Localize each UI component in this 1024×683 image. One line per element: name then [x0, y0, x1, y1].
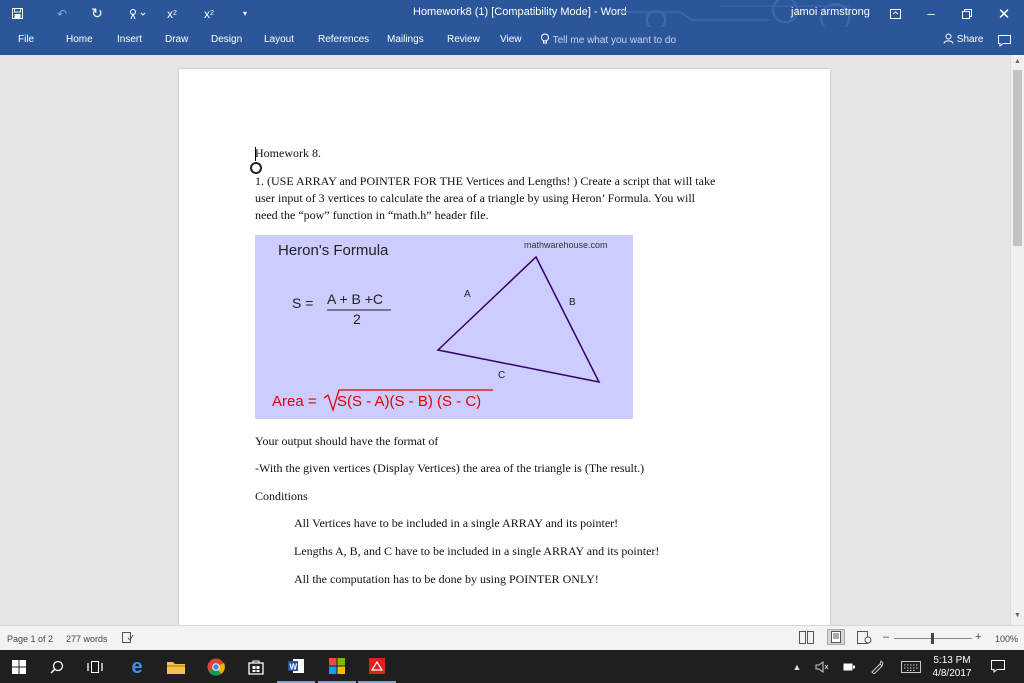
question-line: 1. (USE ARRAY and POINTER FOR THE Vertic… [255, 174, 716, 188]
customize-qat-icon[interactable]: ▾ [236, 0, 254, 27]
zoom-slider-thumb[interactable] [931, 633, 934, 644]
side-label-c: C [498, 370, 505, 381]
print-layout-icon[interactable] [827, 629, 845, 645]
side-label-b: B [569, 297, 576, 308]
file-explorer-icon[interactable] [157, 650, 195, 683]
tab-draw[interactable]: Draw [165, 34, 188, 45]
subscript-icon[interactable]: x2 [199, 0, 219, 27]
condition-item: All the computation has to be done by us… [294, 572, 599, 586]
clock[interactable]: 5:13 PM 4/8/2017 [930, 654, 974, 680]
windows-logo-icon [12, 659, 26, 674]
touch-keyboard-icon[interactable] [896, 650, 926, 683]
task-view-icon[interactable] [76, 650, 114, 683]
svg-text:W: W [290, 662, 298, 671]
window-title: Homework8 (1) [Compatibility Mode] - Wor… [413, 6, 627, 18]
close-button[interactable]: ✕ [986, 0, 1022, 27]
comments-icon[interactable] [998, 34, 1011, 52]
user-account-name[interactable]: jamoi armstrong [791, 6, 870, 18]
clock-date: 4/8/2017 [932, 668, 972, 679]
zoom-level[interactable]: 100% [995, 634, 1018, 644]
proofing-icon[interactable] [122, 632, 134, 645]
share-button[interactable]: Share [943, 33, 983, 47]
tab-insert[interactable]: Insert [117, 34, 142, 45]
document-canvas: Homework 8. 1. (USE ARRAY and POINTER FO… [0, 55, 1010, 625]
store-icon[interactable] [237, 650, 275, 683]
start-button[interactable] [0, 650, 38, 683]
speaker-icon[interactable] [810, 650, 834, 683]
side-label-a: A [464, 289, 471, 300]
area-expression: S(S - A)(S - B) (S - C) [337, 393, 481, 410]
read-mode-icon[interactable] [799, 631, 814, 646]
document-heading: Homework 8. [255, 146, 321, 160]
minimize-button[interactable]: – [913, 0, 949, 27]
tab-home[interactable]: Home [66, 34, 93, 45]
pen-workspace-icon[interactable] [865, 650, 889, 683]
conditions-heading: Conditions [255, 489, 308, 503]
action-center-icon[interactable] [984, 650, 1012, 683]
condition-item: Lengths A, B, and C have to be included … [294, 544, 660, 558]
ribbon-tab-bar: File Home Insert Draw Design Layout Refe… [0, 27, 1024, 55]
touch-mode-icon[interactable] [123, 0, 153, 27]
question-line: user input of 3 vertices to calculate th… [255, 191, 695, 205]
condition-item: All Vertices have to be included in a si… [294, 516, 619, 530]
search-icon[interactable] [38, 650, 76, 683]
superscript-icon[interactable]: x2 [162, 0, 182, 27]
figure-title: Heron's Formula [278, 242, 389, 259]
tab-design[interactable]: Design [211, 34, 242, 45]
show-hidden-icons-icon[interactable]: ▲ [786, 650, 808, 683]
clock-time: 5:13 PM [933, 655, 971, 666]
ribbon-display-options-icon[interactable] [877, 0, 913, 27]
output-intro: Your output should have the format of [255, 434, 439, 448]
question-paragraph: 1. (USE ARRAY and POINTER FOR THE Vertic… [255, 173, 775, 224]
save-icon[interactable] [6, 0, 28, 27]
share-label: Share [956, 34, 984, 45]
app-tiles-icon[interactable] [318, 650, 356, 683]
redo-icon[interactable]: ↻ [86, 0, 108, 27]
undo-icon[interactable]: ↶ [51, 0, 73, 27]
chrome-icon[interactable] [197, 650, 235, 683]
tab-layout[interactable]: Layout [264, 34, 294, 45]
tab-references[interactable]: References [318, 34, 369, 45]
person-icon [943, 33, 954, 47]
vertical-scrollbar[interactable]: ▲ ▼ [1010, 55, 1024, 625]
page-count[interactable]: Page 1 of 2 [7, 634, 53, 644]
word-app-icon[interactable]: W [277, 650, 315, 683]
zoom-out-button[interactable]: – [883, 631, 889, 643]
s-denominator: 2 [353, 311, 361, 327]
document-page[interactable]: Homework 8. 1. (USE ARRAY and POINTER FO… [179, 69, 830, 625]
tab-mailings[interactable]: Mailings [387, 34, 424, 45]
word-count[interactable]: 277 words [66, 634, 108, 644]
tell-me-label: Tell me what you want to do [552, 35, 677, 46]
pdf-reader-icon[interactable] [358, 650, 396, 683]
tab-file[interactable]: File [18, 34, 34, 45]
maximize-button[interactable] [949, 0, 985, 27]
edge-browser-icon[interactable]: e [118, 650, 156, 683]
scroll-down-icon[interactable]: ▼ [1014, 612, 1021, 619]
area-label: Area = [272, 393, 317, 410]
figure-background [255, 235, 633, 419]
scrollbar-thumb[interactable] [1013, 70, 1022, 246]
tab-review[interactable]: Review [447, 34, 480, 45]
web-layout-icon[interactable] [857, 631, 872, 646]
tell-me-search[interactable]: Tell me what you want to do [540, 33, 676, 48]
windows-taskbar: e W ▲ 5:13 PM 4/8/2017 [0, 650, 1024, 683]
scroll-up-icon[interactable]: ▲ [1014, 58, 1021, 65]
s-label: S = [292, 295, 313, 311]
tab-view[interactable]: View [500, 34, 522, 45]
zoom-in-button[interactable]: + [975, 631, 981, 643]
herons-formula-image: Heron's Formula mathwarehouse.com S = A … [255, 235, 633, 419]
status-bar: Page 1 of 2 277 words – + 100% [0, 625, 1024, 651]
title-bar: ↶ ↻ x2 x2 ▾ Homework8 (1) [Compatibility… [0, 0, 1024, 27]
figure-source: mathwarehouse.com [524, 240, 608, 250]
output-format: -With the given vertices (Display Vertic… [255, 461, 645, 475]
s-numerator: A + B +C [327, 291, 383, 307]
lightbulb-icon [540, 33, 550, 48]
question-line: need the “pow” function in “math.h” head… [255, 208, 489, 222]
battery-icon[interactable] [838, 650, 860, 683]
herons-formula-figure[interactable]: Heron's Formula mathwarehouse.com S = A … [255, 235, 633, 419]
